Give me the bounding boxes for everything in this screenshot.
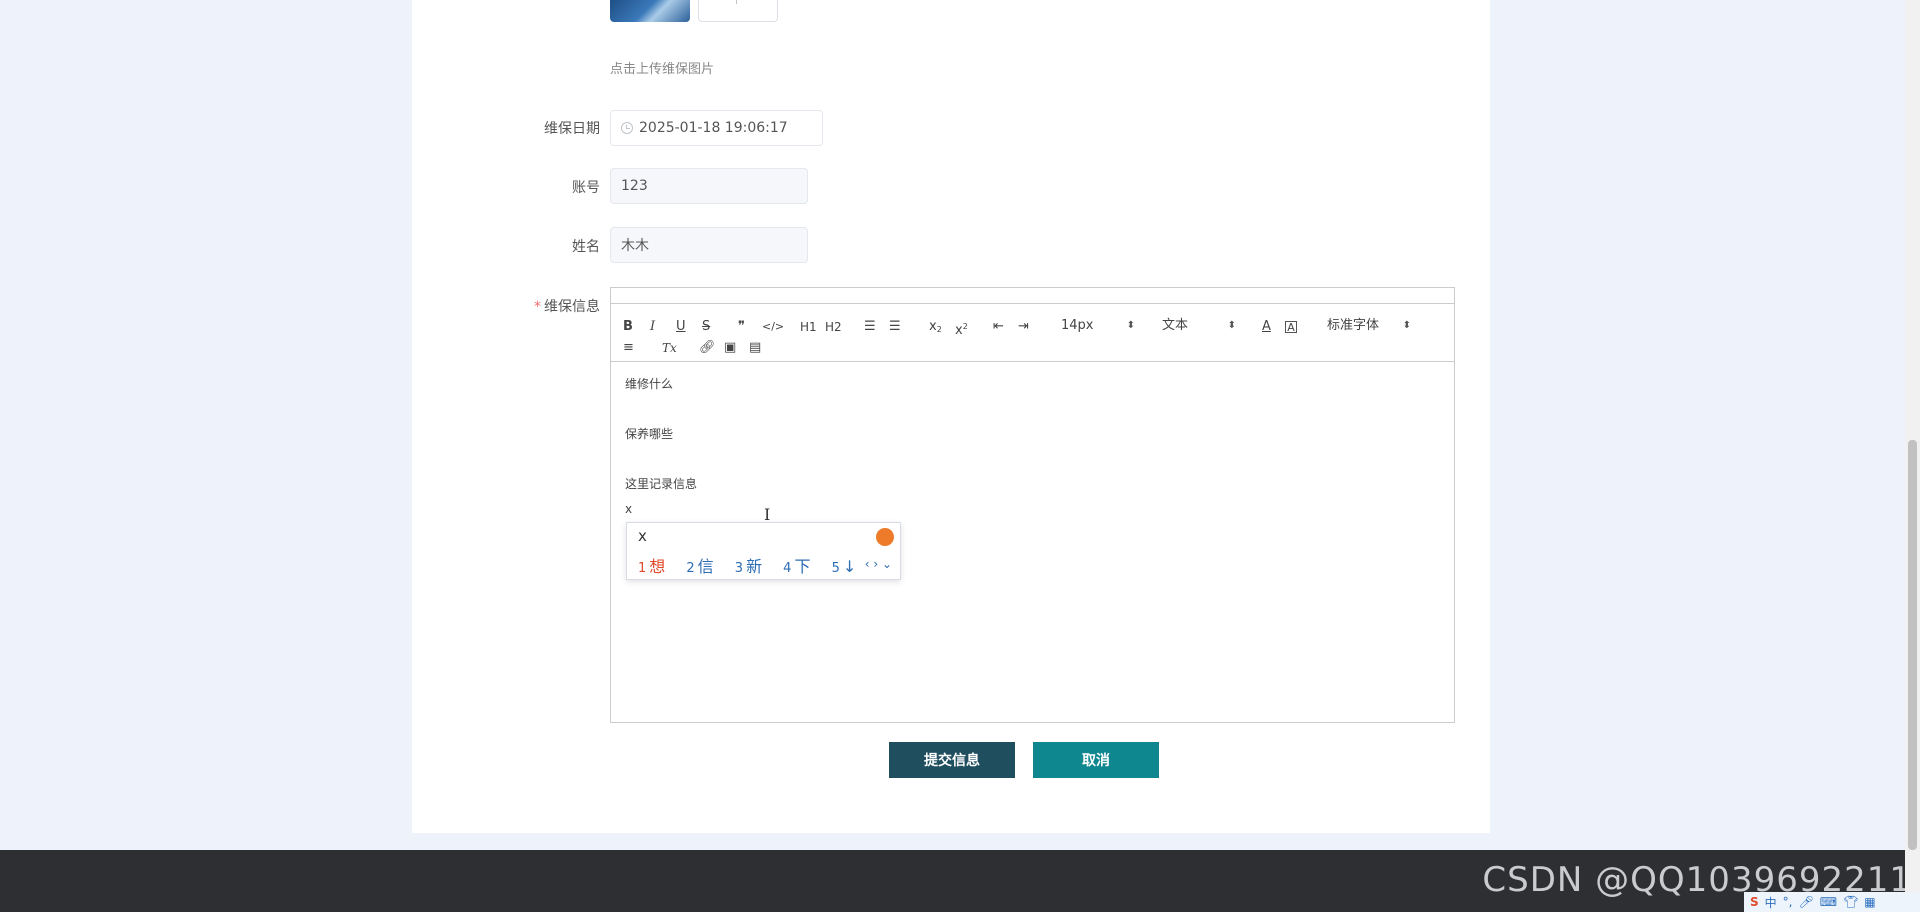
picker-arrow-icon: ⬍: [1227, 320, 1236, 331]
subscript-x: x: [929, 319, 937, 334]
video-icon[interactable]: ▤: [749, 339, 761, 357]
name-label: 姓名: [572, 239, 600, 255]
strike-button[interactable]: S: [702, 318, 710, 336]
ime-candidate-window[interactable]: x 1想 2信 3新 4下 5 ↓ ‹ › ⌄: [626, 522, 901, 580]
italic-button[interactable]: I: [650, 318, 655, 336]
text-type-value: 文本: [1162, 318, 1189, 333]
scrollbar-thumb[interactable]: [1908, 440, 1917, 850]
name-field: 木木: [610, 227, 808, 263]
ime-candidate[interactable]: 4下: [783, 557, 810, 576]
uploaded-image-thumbnail[interactable]: [610, 0, 690, 22]
skin-icon[interactable]: 👕︎: [1843, 895, 1858, 909]
subscript-button[interactable]: x2: [929, 318, 942, 336]
candidate-text: ↓: [842, 557, 857, 576]
font-color-icon[interactable]: A: [1262, 318, 1271, 336]
sogou-logo-icon: S: [1750, 895, 1759, 909]
candidate-text: 信: [697, 557, 714, 576]
toolbox-icon[interactable]: ▦: [1864, 895, 1875, 909]
h2-button[interactable]: H2: [825, 318, 842, 336]
align-icon[interactable]: ≡: [623, 339, 634, 357]
bullet-list-icon[interactable]: ☰: [889, 318, 901, 336]
picker-arrow-icon: ⬍: [1402, 320, 1411, 331]
background-color-icon[interactable]: A: [1285, 321, 1297, 333]
content-line: 保养哪些: [625, 427, 674, 441]
info-label-text: 维保信息: [544, 299, 600, 315]
candidate-text: 想: [649, 557, 666, 576]
submit-button[interactable]: 提交信息: [889, 742, 1015, 778]
candidate-text: 新: [746, 557, 763, 576]
ime-composition: x: [638, 527, 647, 545]
ime-candidates: 1想 2信 3新 4下 5 ↓: [638, 553, 872, 577]
ime-candidate[interactable]: 5 ↓: [832, 557, 857, 576]
subscript-2: 2: [936, 325, 942, 334]
upload-hint: 点击上传维保图片: [610, 62, 715, 77]
outdent-icon[interactable]: ⇤: [993, 318, 1004, 336]
required-mark: *: [534, 299, 541, 315]
blockquote-button[interactable]: ❞: [738, 318, 745, 336]
underline-button[interactable]: U: [676, 318, 686, 336]
current-input: x: [625, 502, 633, 516]
candidate-number: 2: [686, 561, 695, 576]
page-scrollbar[interactable]: [1905, 0, 1920, 912]
date-value: 2025-01-18 19:06:17: [639, 120, 788, 136]
date-picker[interactable]: 2025-01-18 19:06:17: [610, 110, 823, 146]
h1-button[interactable]: H1: [800, 318, 817, 336]
account-field: 123: [610, 168, 808, 204]
name-value: 木木: [621, 238, 649, 254]
ime-status-bar[interactable]: S 中 °, 🎤︎ ⌨ 👕︎ ▦: [1744, 892, 1920, 912]
date-label: 维保日期: [544, 121, 600, 137]
clock-icon: [621, 122, 633, 134]
clear-format-button[interactable]: Tx: [662, 339, 677, 357]
picker-arrow-icon: ⬍: [1126, 320, 1135, 331]
account-label: 账号: [572, 180, 600, 196]
candidate-text: 下: [794, 557, 811, 576]
ime-candidate[interactable]: 1想: [638, 557, 665, 576]
plus-icon: [736, 0, 737, 4]
microphone-icon[interactable]: 🎤︎: [1799, 895, 1814, 909]
editor-top-strip: [611, 288, 1454, 304]
keyboard-icon[interactable]: ⌨: [1820, 895, 1837, 909]
text-type-picker[interactable]: 文本 ⬍: [1162, 317, 1236, 335]
candidate-number: 1: [638, 561, 647, 576]
font-size-picker[interactable]: 14px ⬍: [1061, 317, 1135, 335]
ime-candidate[interactable]: 3新: [735, 557, 762, 576]
superscript-x: x: [955, 323, 963, 338]
upload-add-button[interactable]: [698, 0, 778, 22]
font-family-value: 标准字体: [1327, 318, 1380, 333]
code-block-button[interactable]: </>: [762, 318, 784, 336]
ime-mode-cn[interactable]: 中: [1765, 894, 1777, 911]
ime-page-nav-icon[interactable]: ‹ › ⌄: [865, 557, 892, 571]
content-line: 维修什么: [625, 377, 674, 391]
candidate-number: 4: [783, 561, 792, 576]
text-cursor-icon: I: [764, 505, 771, 524]
bold-button[interactable]: B: [623, 318, 633, 336]
ime-punct[interactable]: °,: [1783, 895, 1793, 909]
superscript-button[interactable]: x2: [955, 318, 968, 338]
cancel-button[interactable]: 取消: [1033, 742, 1159, 778]
indent-icon[interactable]: ⇥: [1018, 318, 1029, 336]
superscript-2: 2: [962, 322, 968, 331]
candidate-number: 5: [831, 561, 840, 576]
info-label: * 维保信息: [400, 296, 600, 316]
link-icon[interactable]: 🔗︎: [699, 339, 716, 357]
ime-candidate[interactable]: 2信: [686, 557, 713, 576]
ime-logo-icon: [876, 528, 894, 546]
editor-toolbar: B I U S ❞ </> H1 H2 ☰ ☰ x2 x2 ⇤ ⇥ 14px ⬍ …: [611, 304, 1454, 362]
candidate-number: 3: [734, 561, 744, 576]
image-icon[interactable]: ▣: [724, 339, 736, 357]
font-family-picker[interactable]: 标准字体 ⬍: [1327, 317, 1411, 335]
font-size-value: 14px: [1061, 318, 1094, 333]
ordered-list-icon[interactable]: ☰: [864, 318, 876, 336]
content-line: 这里记录信息: [625, 477, 698, 491]
rich-text-editor: B I U S ❞ </> H1 H2 ☰ ☰ x2 x2 ⇤ ⇥ 14px ⬍ …: [610, 287, 1455, 723]
account-value: 123: [621, 178, 648, 194]
